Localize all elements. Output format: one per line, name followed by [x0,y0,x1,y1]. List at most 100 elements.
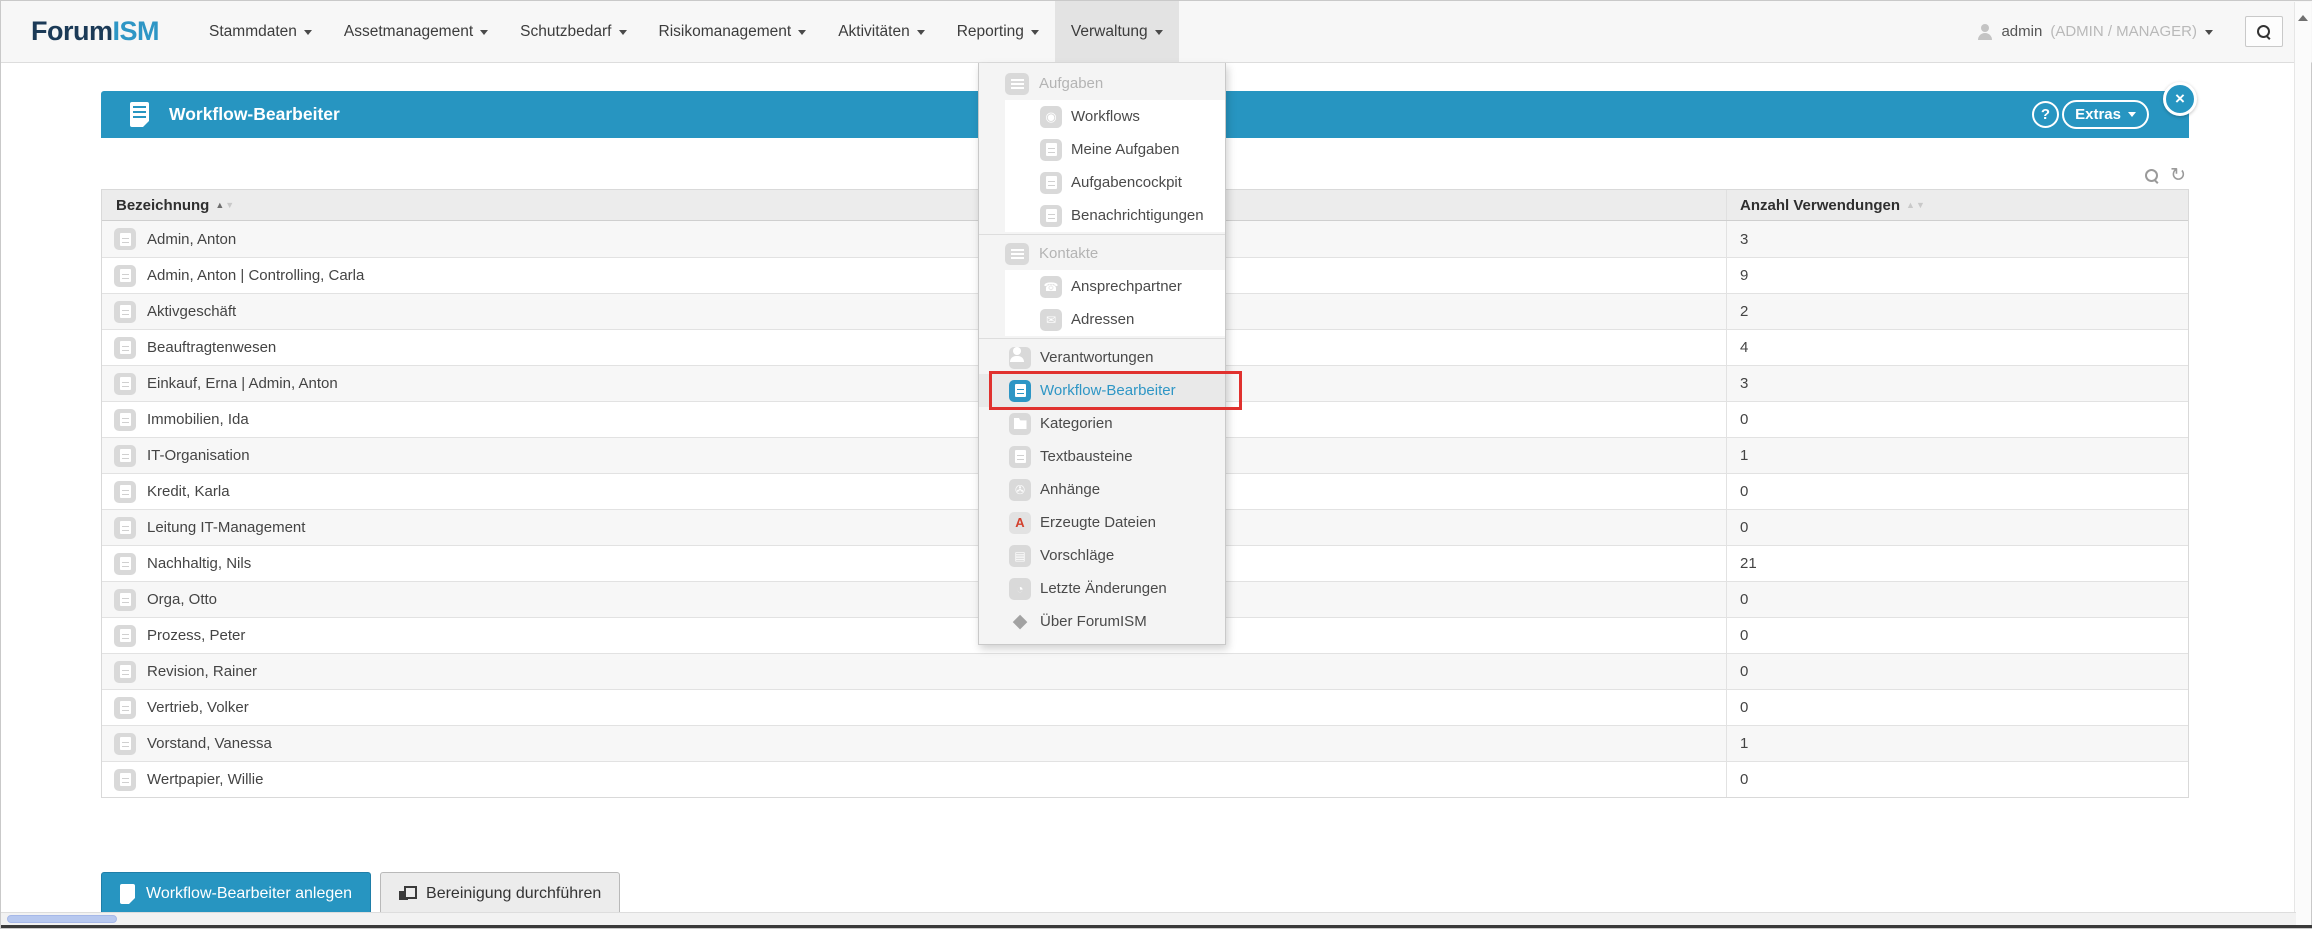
menu-item-erzeugte-dateien[interactable]: AErzeugte Dateien [979,506,1225,539]
menu-item-workflows[interactable]: ◉Workflows [1005,100,1225,133]
menu-item-label: Adressen [1071,311,1134,328]
nav-item-verwaltung[interactable]: Verwaltung [1055,1,1179,62]
extras-dropdown-button[interactable]: Extras [2062,100,2149,129]
main-menu: Stammdaten Assetmanagement Schutzbedarf Ris… [193,1,1179,62]
nav-item-label: Risikomanagement [659,23,792,41]
column-label: Anzahl Verwendungen [1740,197,1900,214]
cube-icon: ◆ [1009,611,1031,633]
cell-bezeichnung: Nachhaltig, Nils [102,546,1726,581]
menu-item-workflow-bearbeiter[interactable]: Workflow-Bearbeiter [979,374,1225,407]
user-name: admin [2001,23,2042,40]
chevron-down-icon [917,30,925,39]
nav-item-reporting[interactable]: Reporting [941,1,1055,62]
scroll-up-arrow-icon[interactable] [2298,10,2308,21]
horizontal-scrollbar-thumb[interactable] [7,915,117,923]
menu-item-label: Verantwortungen [1040,349,1153,366]
menu-item-kategorien[interactable]: Kategorien [979,407,1225,440]
help-button[interactable]: ? [2032,101,2059,128]
menu-item-verantwortungen[interactable]: Verantwortungen [979,341,1225,374]
window-bottom-edge [1,925,2312,928]
cleanup-button[interactable]: Bereinigung durchführen [380,872,620,916]
file-icon [114,517,136,539]
file-icon [114,445,136,467]
menu-item-label: Textbausteine [1040,448,1133,465]
menu-item-benachrichtigungen[interactable]: Benachrichtigungen [1005,199,1225,232]
row-count: 0 [1740,483,1748,500]
cell-bezeichnung: Admin, Anton | Controlling, Carla [102,258,1726,293]
nav-item-label: Assetmanagement [344,23,473,41]
nav-item-assetmanagement[interactable]: Assetmanagement [328,1,504,62]
menu-item-anhänge[interactable]: ✇Anhänge [979,473,1225,506]
table-row[interactable]: Revision, Rainer 0 [102,653,2188,689]
cell-anzahl-verwendungen: 4 [1726,330,2188,365]
file-icon [114,265,136,287]
cell-anzahl-verwendungen: 9 [1726,258,2188,293]
menu-item-letzte-änderungen[interactable]: ◔Letzte Änderungen [979,572,1225,605]
file-icon [114,661,136,683]
paperclip-icon: ✇ [1009,479,1031,501]
nav-item-risikomanagement[interactable]: Risikomanagement [643,1,823,62]
horizontal-scrollbar[interactable] [1,912,2296,925]
row-count: 0 [1740,663,1748,680]
row-count: 0 [1740,591,1748,608]
menu-item-label: Erzeugte Dateien [1040,514,1156,531]
refresh-icon[interactable]: ↻ [2170,169,2186,183]
table-row[interactable]: Wertpapier, Willie0 [102,761,2188,797]
table-row[interactable]: Vorstand, Vanessa1 [102,725,2188,761]
table-row[interactable]: Vertrieb, Volker0 [102,689,2188,725]
menu-item-vorschläge[interactable]: ▤Vorschläge [979,539,1225,572]
file-icon [114,228,136,250]
column-header-bezeichnung[interactable]: Bezeichnung ▲▼ [102,190,1726,220]
top-navbar: ForumISM Stammdaten Assetmanagement Schutz… [1,1,2312,63]
file-icon [114,301,136,323]
menu-item-adressen[interactable]: ✉Adressen [1005,303,1225,336]
cell-bezeichnung: Aktivgeschäft [102,294,1726,329]
cell-bezeichnung: Leitung IT-Management [102,510,1726,545]
cell-bezeichnung: IT-Organisation [102,438,1726,473]
footer-buttons: Workflow-Bearbeiter anlegen Bereinigung … [101,872,620,916]
row-count: 21 [1740,555,1757,572]
file-icon [1009,446,1031,468]
file-icon [1040,139,1062,161]
menu-item-aufgabencockpit[interactable]: Aufgabencockpit [1005,166,1225,199]
column-header-anzahl-verwendungen[interactable]: Anzahl Verwendungen ▲▼ [1726,190,2188,220]
document-icon [130,102,149,127]
row-label: Prozess, Peter [147,627,245,644]
nav-item-label: Reporting [957,23,1024,41]
app-logo[interactable]: ForumISM [31,1,159,62]
cell-anzahl-verwendungen: 3 [1726,221,2188,257]
close-panel-button[interactable]: × [2163,82,2197,116]
menu-item-ansprechpartner[interactable]: ☎Ansprechpartner [1005,270,1225,303]
cell-bezeichnung: Revision, Rainer [102,654,1726,689]
vertical-scrollbar[interactable] [2294,2,2311,927]
table-search-icon[interactable] [2145,169,2159,183]
row-label: Nachhaltig, Nils [147,555,251,572]
row-label: Admin, Anton [147,231,236,248]
create-workflow-bearbeiter-button[interactable]: Workflow-Bearbeiter anlegen [101,872,371,916]
navbar-right: admin (ADMIN / MANAGER) [1977,1,2283,62]
user-menu[interactable]: admin (ADMIN / MANAGER) [1977,23,2213,40]
menu-item-textbausteine[interactable]: Textbausteine [979,440,1225,473]
row-label: Admin, Anton | Controlling, Carla [147,267,364,284]
row-count: 1 [1740,447,1748,464]
nav-item-aktivitäten[interactable]: Aktivitäten [822,1,941,62]
user-role: (ADMIN / MANAGER) [2050,23,2197,40]
cell-anzahl-verwendungen: 1 [1726,438,2188,473]
row-label: Revision, Rainer [147,663,257,680]
menu-item-meine-aufgaben[interactable]: Meine Aufgaben [1005,133,1225,166]
menu-section-header-kontakte: Kontakte [979,237,1225,270]
row-label: Immobilien, Ida [147,411,249,428]
chevron-down-icon [798,30,806,39]
menu-item-über-forumism[interactable]: ◆Über ForumISM [979,605,1225,638]
nav-item-schutzbedarf[interactable]: Schutzbedarf [504,1,642,62]
file-icon [114,697,136,719]
row-count: 9 [1740,267,1748,284]
nav-item-stammdaten[interactable]: Stammdaten [193,1,328,62]
cell-bezeichnung: Vorstand, Vanessa [102,726,1726,761]
cell-anzahl-verwendungen: 1 [1726,726,2188,761]
document-icon [120,884,135,904]
menu-item-label: Workflow-Bearbeiter [1040,382,1176,399]
nav-item-label: Aktivitäten [838,23,910,41]
search-icon [2257,25,2271,39]
global-search-button[interactable] [2245,16,2283,47]
